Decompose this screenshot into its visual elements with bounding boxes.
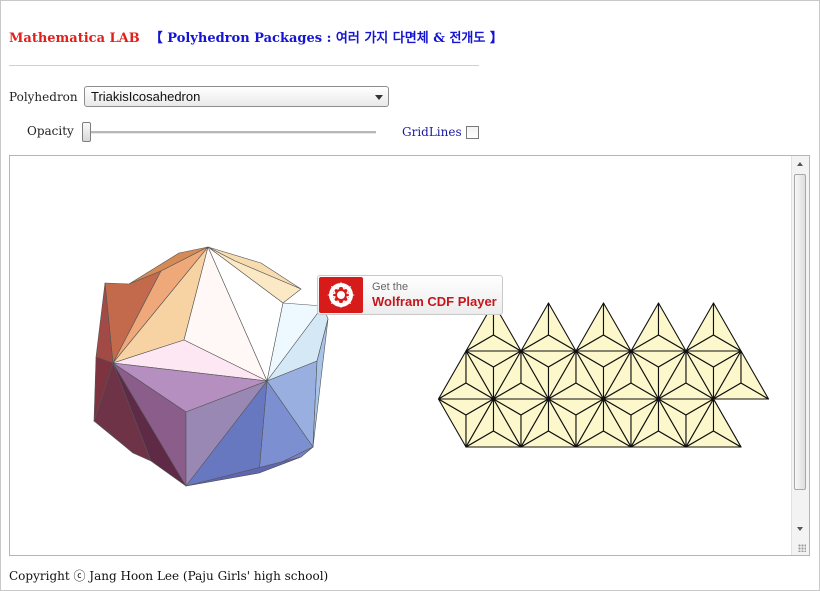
gridlines-label: GridLines <box>402 125 462 139</box>
resize-grip-icon[interactable] <box>798 544 806 552</box>
opacity-slider-thumb[interactable] <box>82 122 91 142</box>
polyhedron-select[interactable]: TriakisIcosahedron <box>84 86 389 107</box>
polyhedron-select-value: TriakisIcosahedron <box>91 89 201 104</box>
chevron-down-icon <box>375 95 383 100</box>
gridlines-checkbox[interactable] <box>466 126 479 139</box>
page-title: Mathematica LAB 【 Polyhedron Packages : 여… <box>9 27 503 46</box>
scrollbar-thumb[interactable] <box>794 174 806 490</box>
vertical-scrollbar[interactable] <box>791 156 809 555</box>
scroll-up-icon[interactable] <box>797 162 803 166</box>
scroll-down-icon[interactable] <box>797 527 803 531</box>
unfolded-net <box>437 302 770 448</box>
cdf-line-1: Get the <box>372 281 409 293</box>
triakis-icosahedron-3d <box>93 246 329 487</box>
polyhedron-graphics <box>93 246 770 487</box>
polyhedron-label: Polyhedron <box>9 90 78 104</box>
cdf-line-2: Wolfram CDF Player <box>372 294 497 309</box>
graphics-viewport[interactable]: Get the Wolfram CDF Player <box>9 155 810 556</box>
opacity-slider[interactable] <box>86 131 376 134</box>
title-package: 【 Polyhedron Packages : 여러 가지 다면체 & 전개도 … <box>149 31 503 46</box>
wolfram-spikey-icon <box>319 277 363 313</box>
title-lab: Mathematica LAB <box>9 31 140 46</box>
opacity-label: Opacity <box>27 124 74 138</box>
copyright-footer: Copyright ⓒ Jang Hoon Lee (Paju Girls' h… <box>9 569 329 583</box>
get-cdf-player-button[interactable]: Get the Wolfram CDF Player <box>317 275 503 315</box>
title-divider <box>9 65 479 66</box>
